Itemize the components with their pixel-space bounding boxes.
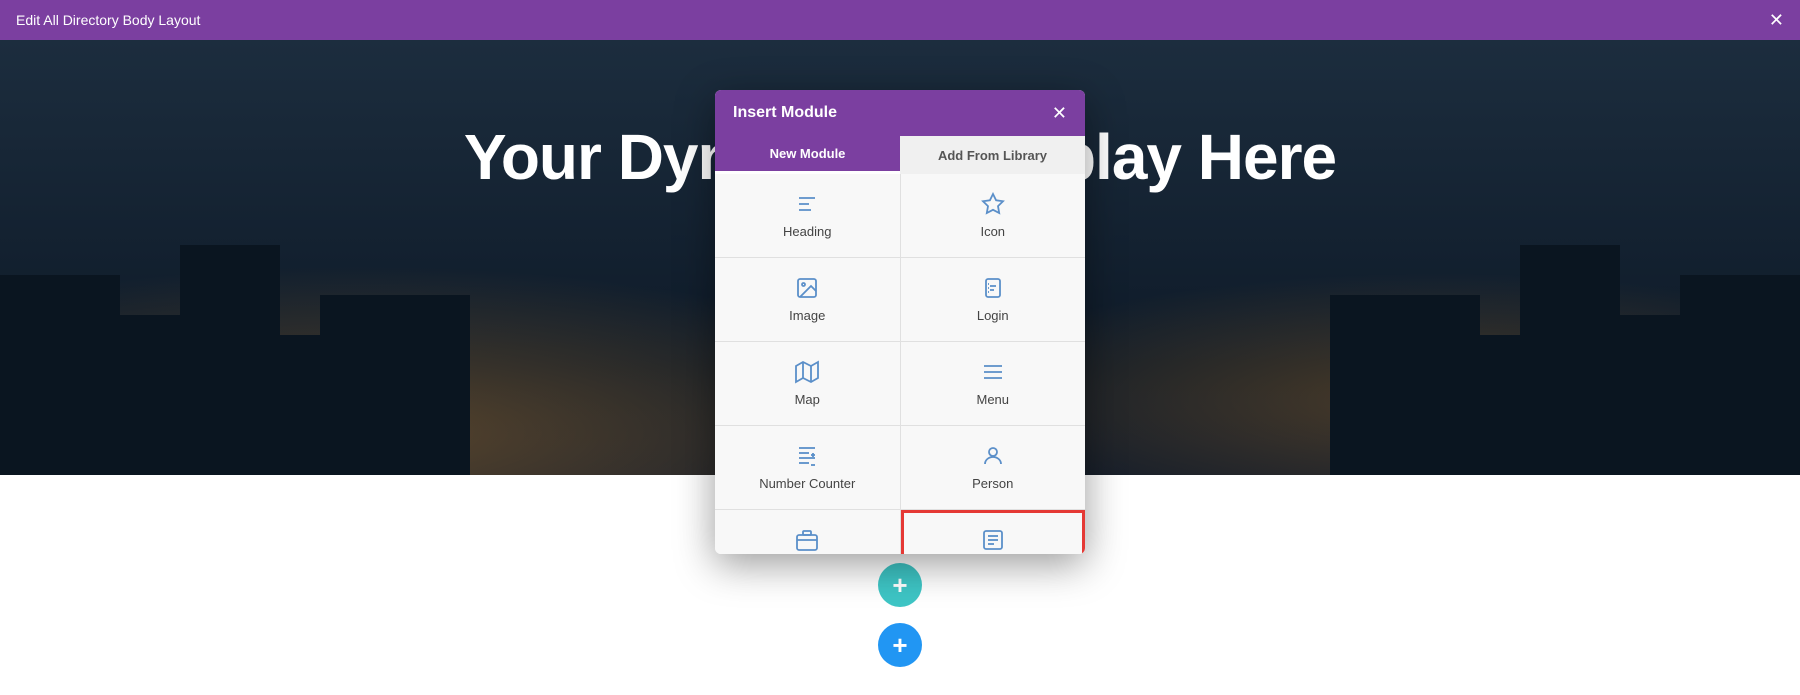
menu-icon bbox=[981, 360, 1005, 384]
module-item-icon[interactable]: Icon bbox=[901, 174, 1086, 257]
module-grid: Heading Icon Image bbox=[715, 174, 1085, 554]
module-item-map[interactable]: Map bbox=[715, 342, 900, 425]
icon-icon bbox=[981, 192, 1005, 216]
tab-add-from-library[interactable]: Add From Library bbox=[900, 136, 1085, 174]
portfolio-icon bbox=[795, 528, 819, 552]
map-icon bbox=[795, 360, 819, 384]
module-label-heading: Heading bbox=[783, 224, 831, 239]
modal-tabs: New Module Add From Library bbox=[715, 136, 1085, 174]
module-item-login[interactable]: Login bbox=[901, 258, 1086, 341]
modal-header: Insert Module ✕ bbox=[715, 90, 1085, 136]
module-label-image: Image bbox=[789, 308, 825, 323]
top-bar-title: Edit All Directory Body Layout bbox=[16, 12, 200, 28]
person-icon bbox=[981, 444, 1005, 468]
login-icon bbox=[981, 276, 1005, 300]
module-label-icon: Icon bbox=[980, 224, 1005, 239]
module-item-heading[interactable]: Heading bbox=[715, 174, 900, 257]
insert-module-modal: Insert Module ✕ New Module Add From Libr… bbox=[715, 90, 1085, 554]
tab-new-module[interactable]: New Module bbox=[715, 136, 900, 174]
module-item-image[interactable]: Image bbox=[715, 258, 900, 341]
number-counter-icon bbox=[795, 444, 819, 468]
heading-icon bbox=[795, 192, 819, 216]
module-item-number-counter[interactable]: Number Counter bbox=[715, 426, 900, 509]
module-label-person: Person bbox=[972, 476, 1013, 491]
module-item-portfolio[interactable]: Portfolio bbox=[715, 510, 900, 554]
top-bar: Edit All Directory Body Layout ✕ bbox=[0, 0, 1800, 40]
image-icon bbox=[795, 276, 819, 300]
module-item-person[interactable]: Person bbox=[901, 426, 1086, 509]
modal-overlay: Insert Module ✕ New Module Add From Libr… bbox=[0, 40, 1800, 695]
module-label-number-counter: Number Counter bbox=[759, 476, 855, 491]
top-bar-close-button[interactable]: ✕ bbox=[1769, 11, 1784, 29]
module-item-menu[interactable]: Menu bbox=[901, 342, 1086, 425]
modal-close-button[interactable]: ✕ bbox=[1052, 104, 1067, 122]
post-content-icon bbox=[981, 528, 1005, 552]
module-label-map: Map bbox=[795, 392, 820, 407]
module-label-login: Login bbox=[977, 308, 1009, 323]
module-item-post-content[interactable]: Post Content bbox=[901, 510, 1086, 554]
background-area: Your Dynam Display Here + + Insert Modul… bbox=[0, 40, 1800, 695]
module-label-menu: Menu bbox=[976, 392, 1009, 407]
modal-title: Insert Module bbox=[733, 104, 837, 122]
